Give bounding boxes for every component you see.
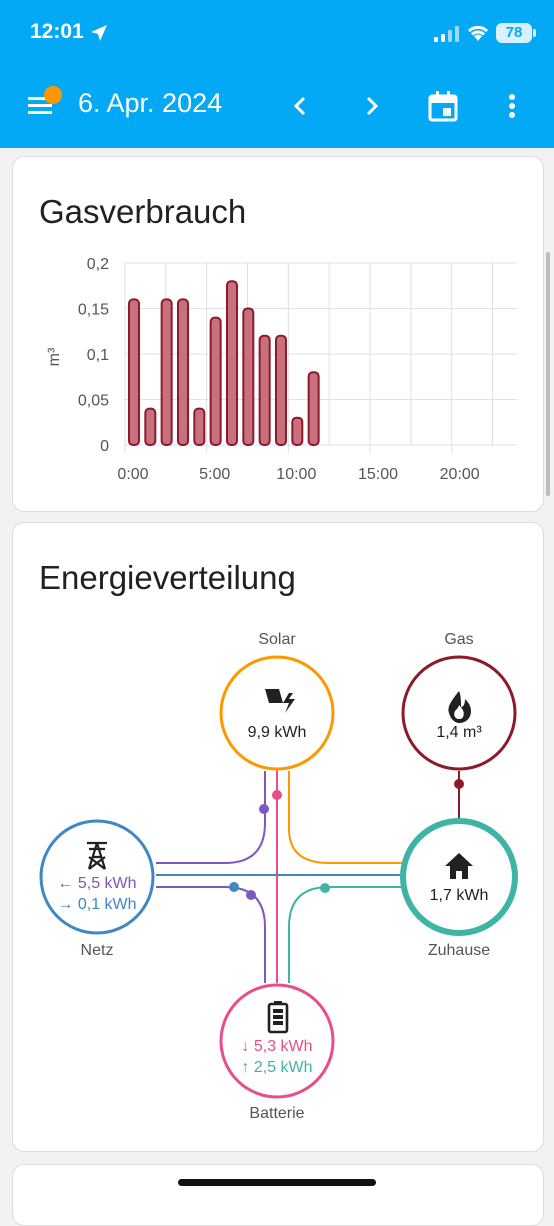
gas-bar — [209, 316, 222, 447]
status-time: 12:01 — [30, 20, 84, 43]
battery-charge-value: ↓ 5,3 kWh — [241, 1038, 313, 1055]
y-axis-label: m³ — [46, 347, 63, 366]
home-indicator[interactable] — [178, 1179, 376, 1186]
chevron-right-icon[interactable] — [358, 92, 386, 120]
app-header: 12:01 78 6. Apr. 2024 — [0, 0, 554, 148]
y-tick-label: 0,1 — [87, 347, 109, 364]
battery-indicator: 78 — [496, 23, 536, 43]
x-tick-label: 20:00 — [440, 466, 480, 483]
gas-circle[interactable] — [401, 655, 517, 771]
page-title: 6. Apr. 2024 — [78, 88, 223, 118]
gas-bar — [258, 334, 271, 446]
gas-value: 1,4 m³ — [436, 724, 482, 741]
flow-dot — [246, 890, 256, 900]
solar-label: Solar — [258, 631, 296, 648]
solar-circle[interactable] — [219, 655, 335, 771]
gas-bar — [144, 407, 157, 447]
gas-consumption-card: Gasverbrauch 0 0,05 0,1 0,15 0,2 0:00 5:00 10:0… — [12, 156, 544, 512]
flow-dot — [320, 883, 330, 893]
x-tick-label: 10:00 — [276, 466, 316, 483]
flow-dot — [454, 779, 464, 789]
gas-bar — [176, 298, 189, 446]
gas-bar — [160, 298, 173, 446]
chevron-left-icon[interactable] — [286, 92, 314, 120]
energy-flow-lines — [39, 655, 518, 1099]
home-label: Zuhause — [427, 942, 491, 959]
grid-import-value: ← 5,5 kWh — [57, 875, 137, 892]
cellular-signal-icon — [434, 26, 459, 42]
solar-value: 9,9 kWh — [247, 724, 307, 741]
next-card — [12, 1164, 544, 1226]
home-circle[interactable] — [400, 818, 518, 936]
gas-bar — [307, 371, 320, 446]
gas-bar — [242, 307, 255, 446]
gas-bar — [274, 334, 287, 446]
x-tick-label: 5:00 — [199, 466, 230, 483]
home-value: 1,7 kWh — [429, 887, 489, 904]
grid-label: Netz — [80, 942, 114, 959]
gas-bar — [291, 416, 304, 447]
battery-discharge-value: ↑ 2,5 kWh — [241, 1059, 313, 1076]
location-arrow-icon — [91, 25, 107, 41]
flow-dot — [229, 882, 239, 892]
scrollbar[interactable] — [546, 252, 550, 496]
y-tick-label: 0,05 — [78, 393, 109, 410]
notification-badge — [44, 86, 62, 104]
gas-bar — [225, 280, 238, 446]
gas-label: Gas — [444, 631, 474, 648]
gas-bar — [127, 298, 140, 446]
y-tick-label: 0,2 — [87, 256, 109, 273]
energy-distribution-card: Energieverteilung Solar 9,9 kWh Gas 1,4 … — [12, 522, 544, 1152]
gas-bar-chart: 0 0,05 0,1 0,15 0,2 0:00 5:00 10:00 15:00 20:00 m³ — [46, 256, 517, 483]
gas-bar — [193, 407, 206, 447]
calendar-icon[interactable] — [428, 90, 458, 122]
y-tick-label: 0 — [100, 438, 109, 455]
battery-label: Batterie — [249, 1105, 305, 1122]
wifi-icon — [467, 25, 489, 41]
x-tick-label: 0:00 — [117, 466, 148, 483]
flow-dot — [272, 790, 282, 800]
more-vertical-icon[interactable] — [500, 92, 524, 120]
grid-export-value: → 0,1 kWh — [57, 896, 137, 913]
y-tick-label: 0,15 — [78, 302, 109, 319]
flow-dot — [259, 804, 269, 814]
x-tick-label: 15:00 — [358, 466, 398, 483]
